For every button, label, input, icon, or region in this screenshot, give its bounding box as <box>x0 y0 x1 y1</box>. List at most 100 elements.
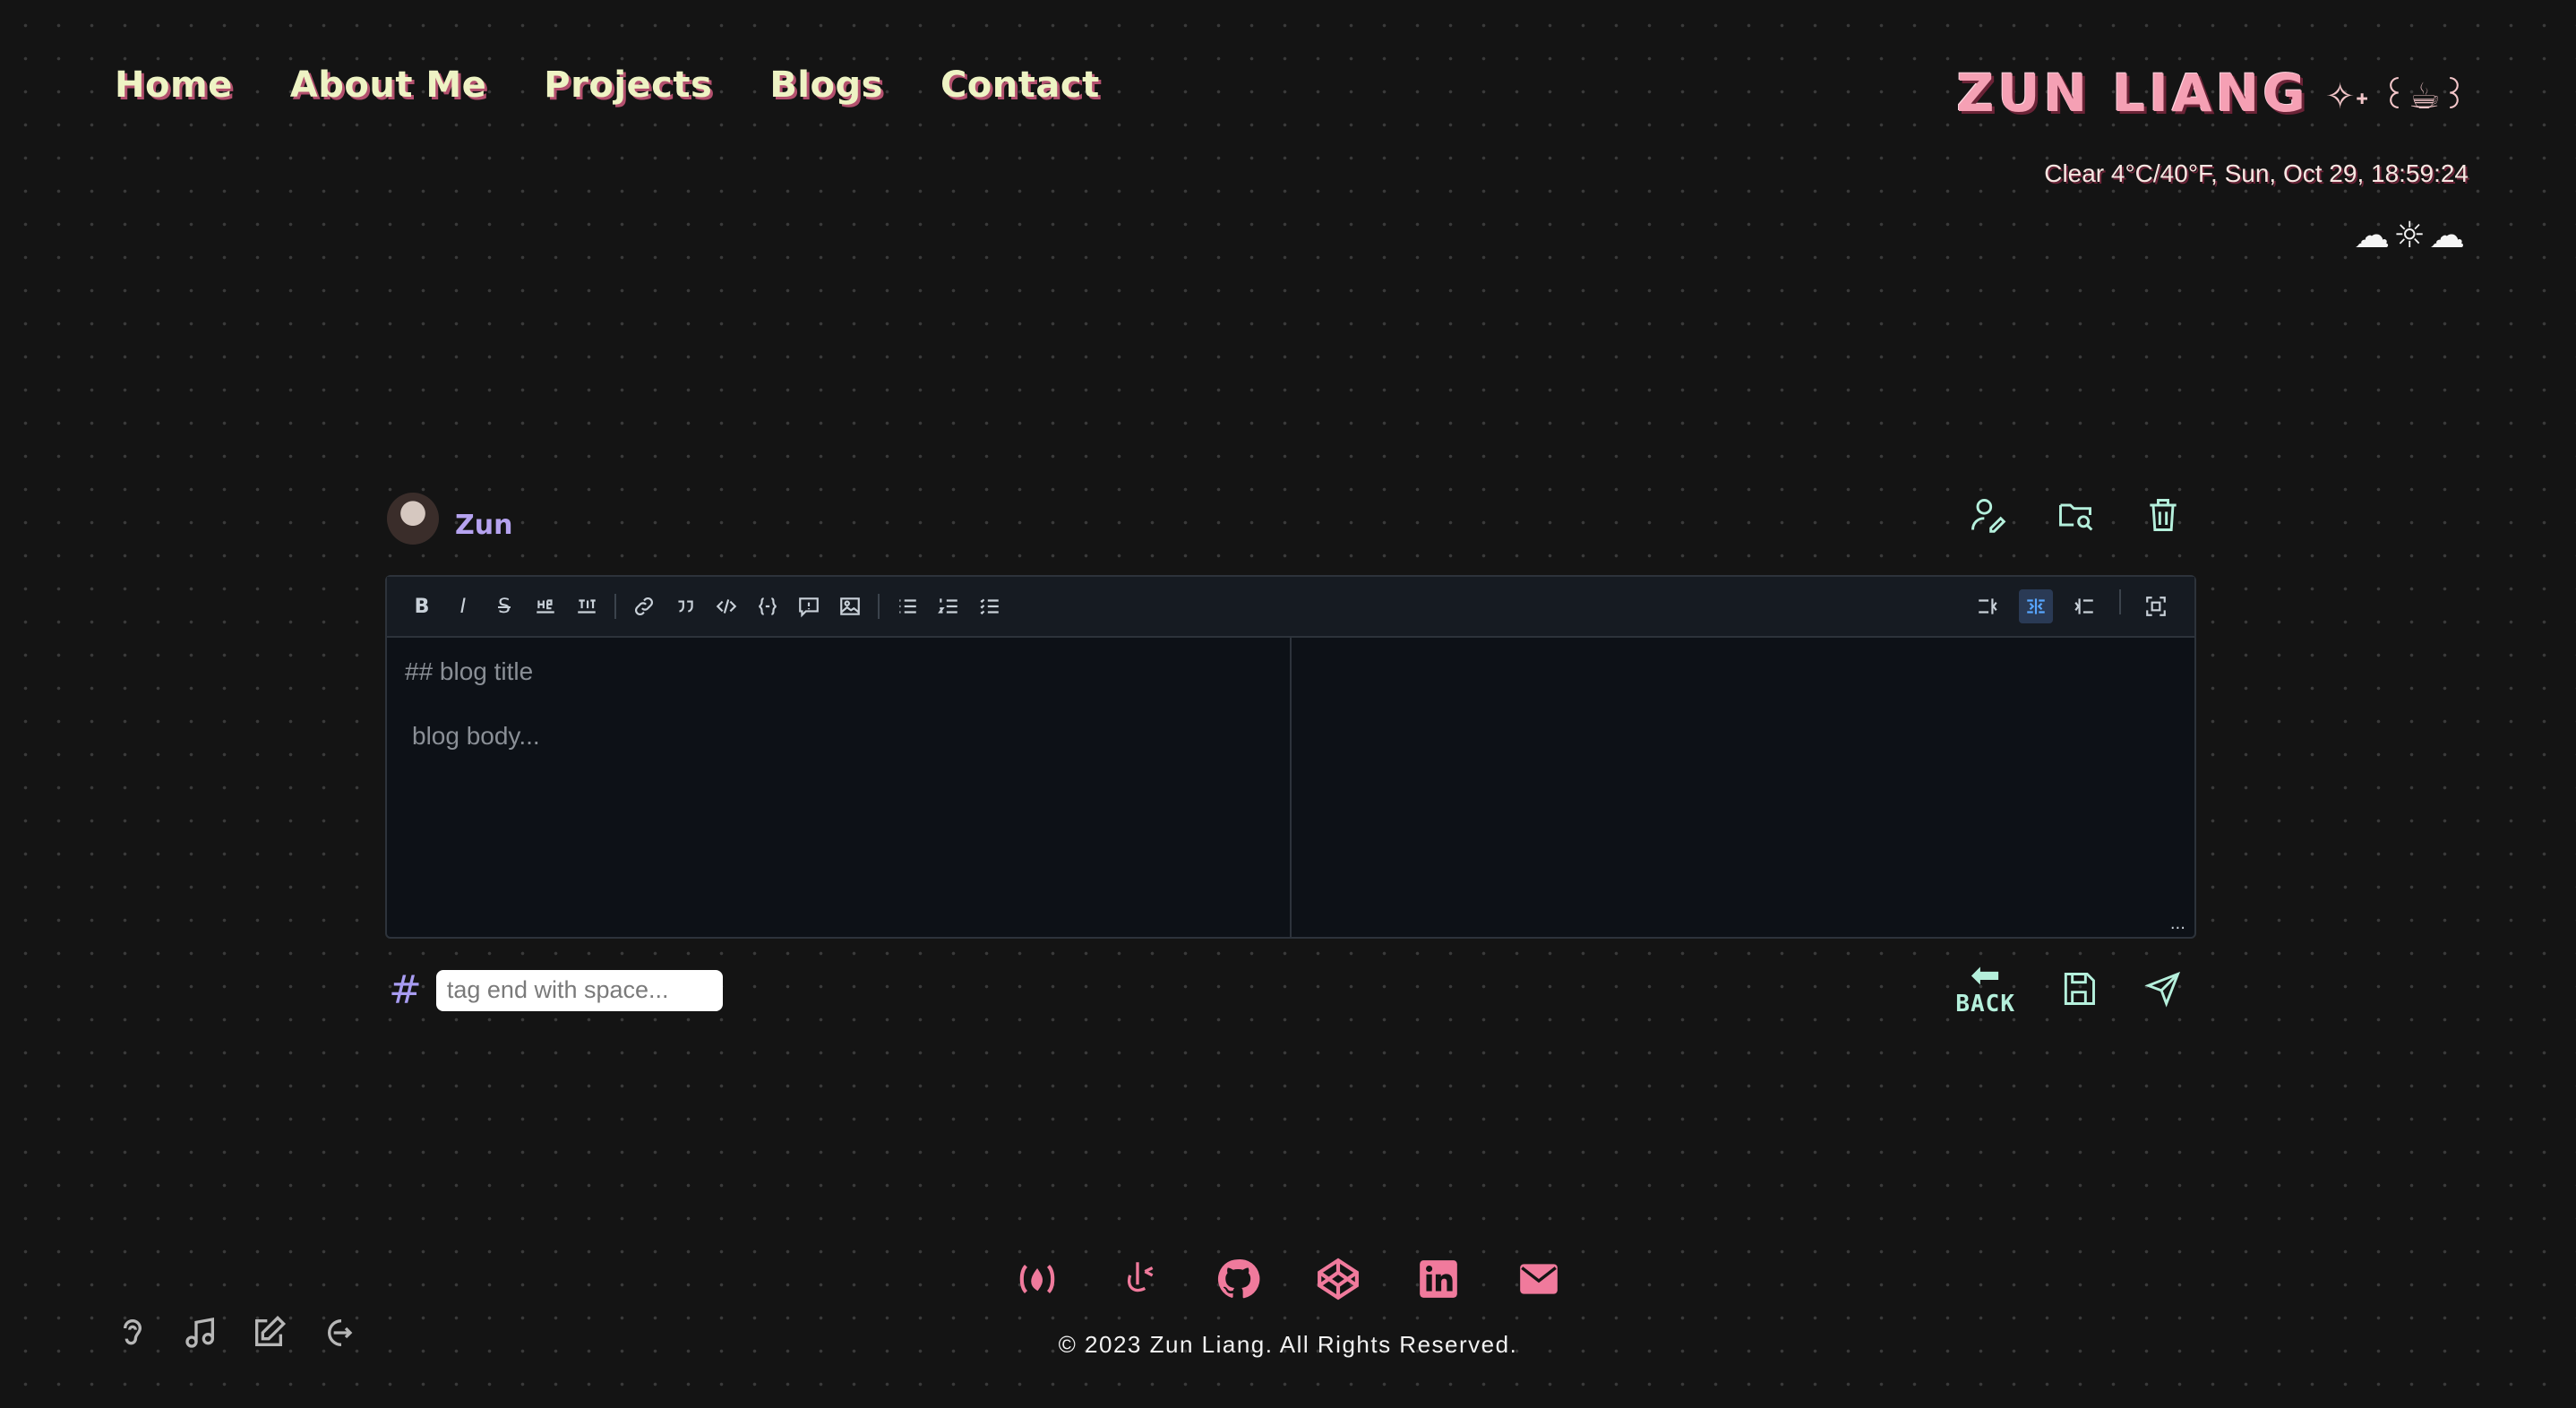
view-mode-controls <box>1971 589 2180 623</box>
editor-input-pane[interactable]: ## blog title blog body... <box>387 638 1292 937</box>
editor-toolbar: B I S <box>387 577 2194 638</box>
nav-about-me[interactable]: About Me <box>290 64 487 106</box>
link-icon <box>635 597 653 615</box>
title-button[interactable] <box>570 589 604 623</box>
save-draft-button[interactable] <box>2058 968 2099 1009</box>
send-icon <box>2144 971 2181 1008</box>
image-button[interactable] <box>833 589 867 623</box>
nav-blogs[interactable]: Blogs <box>769 64 883 106</box>
leetcode-icon <box>1128 1262 1154 1292</box>
preview-only-button[interactable] <box>2067 589 2101 623</box>
markdown-editor: B I S ## blog title blog body... ... <box>385 575 2196 939</box>
hash-icon: # <box>389 967 422 1013</box>
bold-button[interactable]: B <box>405 589 439 623</box>
edit-only-icon <box>1979 598 1997 614</box>
strikethrough-button[interactable]: S <box>487 589 521 623</box>
quote-icon <box>678 600 693 613</box>
link-button[interactable] <box>627 589 661 623</box>
edit-only-button[interactable] <box>1971 589 2005 623</box>
weather-datetime: Clear 4°C/40°F, Sun, Oct 29, 18:59:24 <box>2044 159 2469 187</box>
bold-icon: B <box>414 595 430 618</box>
toolbar-divider <box>878 594 880 619</box>
back-arrow-icon: ⬅ <box>1970 955 2001 996</box>
codepen-icon <box>1318 1258 1359 1301</box>
write-button[interactable] <box>251 1315 287 1354</box>
comment-icon <box>799 597 819 618</box>
edit-profile-button[interactable] <box>1967 494 2008 536</box>
editor-top-actions <box>1967 494 2184 536</box>
editor-bottom-actions: ⬅ BACK <box>1955 955 2184 1017</box>
ordered-list-icon <box>938 598 957 614</box>
tag-row: # <box>389 967 723 1013</box>
email-icon <box>1520 1264 1558 1294</box>
fullscreen-icon <box>2146 597 2166 616</box>
social-links <box>1012 1254 1564 1304</box>
split-view-icon <box>2027 598 2045 614</box>
unordered-list-icon <box>899 599 916 614</box>
user-edit-icon <box>1971 499 2006 533</box>
editor-preview-pane <box>1292 638 2194 937</box>
freecodecamp-icon <box>1019 1264 1055 1294</box>
music-icon <box>185 1318 214 1348</box>
fullscreen-button[interactable] <box>2139 589 2173 623</box>
email-link[interactable] <box>1514 1254 1564 1304</box>
code-block-button[interactable] <box>751 589 785 623</box>
preview-only-icon <box>2074 598 2093 614</box>
toolbar-divider <box>2119 589 2121 614</box>
music-button[interactable] <box>183 1315 219 1354</box>
save-icon <box>2064 973 2095 1005</box>
codepen-link[interactable] <box>1313 1254 1363 1304</box>
freecodecamp-link[interactable] <box>1012 1254 1062 1304</box>
comment-button[interactable] <box>792 589 826 623</box>
folder-search-icon <box>2059 503 2093 531</box>
nav-contact[interactable]: Contact <box>940 64 1100 106</box>
split-view-button[interactable] <box>2019 589 2053 623</box>
task-list-icon <box>980 598 999 615</box>
linkedin-link[interactable] <box>1413 1254 1464 1304</box>
code-icon <box>716 599 737 614</box>
tag-input[interactable] <box>435 969 723 1011</box>
brand-decor: ✧˖ ꒰☕꒱ <box>2324 75 2469 117</box>
back-label: BACK <box>1955 991 2015 1017</box>
browse-drafts-button[interactable] <box>2055 494 2096 536</box>
title-placeholder: ## blog title <box>405 657 534 685</box>
listen-button[interactable] <box>115 1315 150 1354</box>
ear-icon <box>124 1319 142 1345</box>
publish-button[interactable] <box>2142 968 2184 1009</box>
italic-icon: I <box>459 595 467 618</box>
delete-button[interactable] <box>2142 494 2184 536</box>
unordered-list-button[interactable] <box>890 589 924 623</box>
strikethrough-icon: S <box>498 595 511 618</box>
nav-projects[interactable]: Projects <box>544 64 712 106</box>
code-block-icon <box>759 597 777 615</box>
brand-title[interactable]: ZUN LIANG <box>1956 63 2308 124</box>
image-icon <box>840 597 860 615</box>
hr-button[interactable] <box>528 589 562 623</box>
main-nav: Home About Me Projects Blogs Contact <box>115 64 1100 106</box>
italic-button[interactable]: I <box>446 589 480 623</box>
resize-handle[interactable]: ... <box>2170 914 2185 933</box>
title-icon <box>578 599 596 614</box>
logout-button[interactable] <box>319 1315 355 1354</box>
logout-icon <box>328 1319 353 1346</box>
copyright: © 2023 Zun Liang. All Rights Reserved. <box>1058 1331 1518 1358</box>
body-placeholder: blog body... <box>412 722 540 750</box>
toolbar-divider <box>614 594 616 619</box>
nav-home[interactable]: Home <box>115 64 233 106</box>
avatar <box>387 493 439 545</box>
author-info: Zun <box>387 493 512 545</box>
code-button[interactable] <box>709 589 743 623</box>
github-icon <box>1217 1258 1260 1299</box>
floating-tools <box>115 1315 355 1354</box>
quote-button[interactable] <box>668 589 702 623</box>
linkedin-icon <box>1420 1260 1457 1298</box>
trash-icon <box>2150 499 2177 531</box>
ordered-list-button[interactable] <box>932 589 966 623</box>
brand: ZUN LIANG ✧˖ ꒰☕꒱ <box>1956 63 2469 124</box>
back-button[interactable]: ⬅ BACK <box>1955 955 2015 1017</box>
edit-icon <box>255 1315 287 1346</box>
task-list-button[interactable] <box>973 589 1007 623</box>
github-link[interactable] <box>1213 1254 1263 1304</box>
leetcode-link[interactable] <box>1112 1254 1163 1304</box>
hr-icon <box>537 599 554 614</box>
